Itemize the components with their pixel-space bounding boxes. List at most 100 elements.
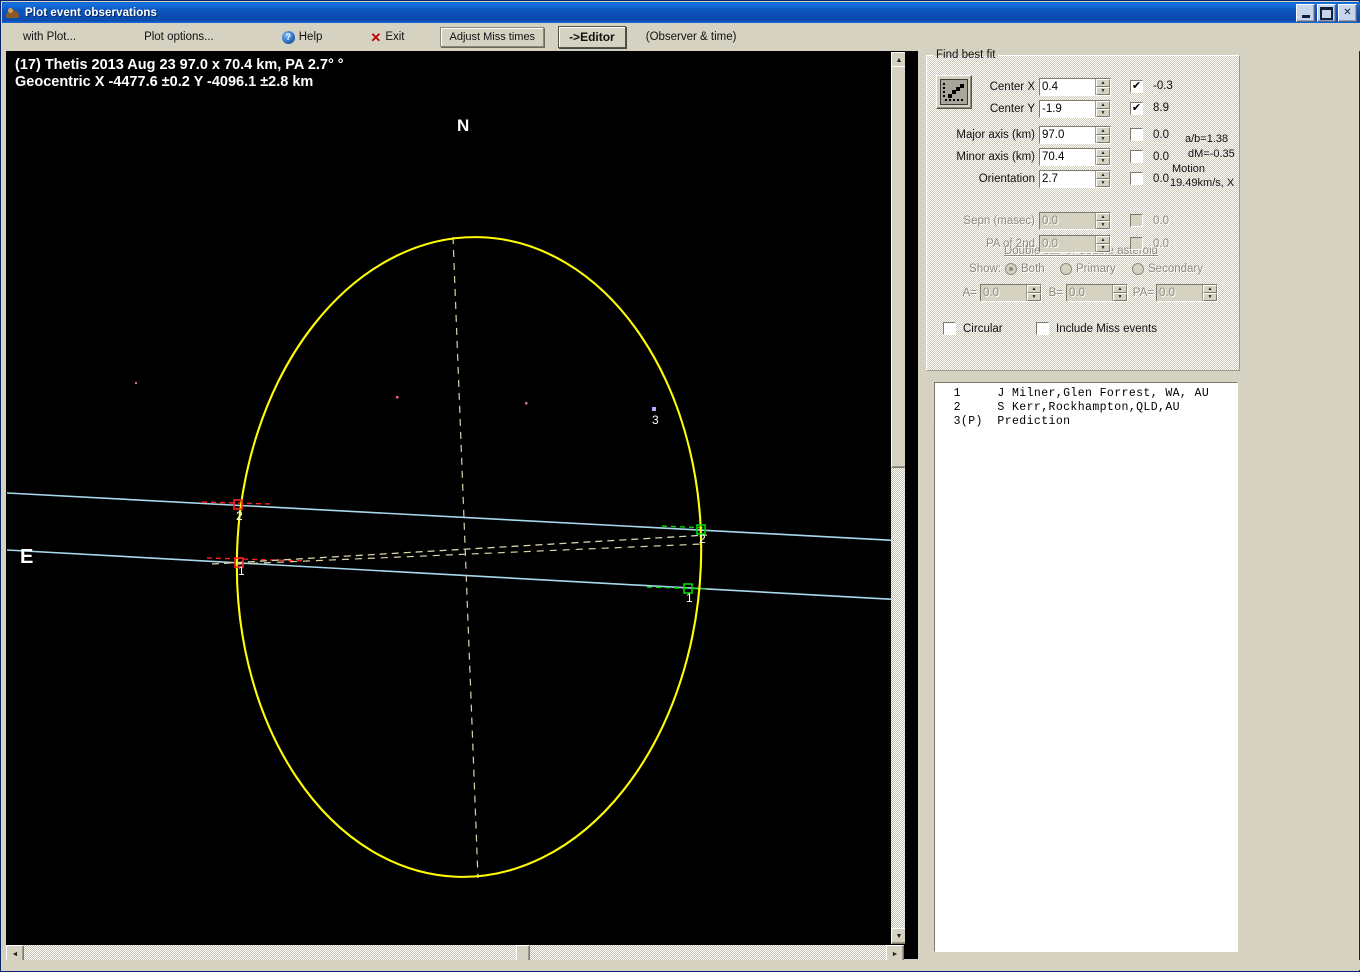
spin-up-icon: ▲ xyxy=(1203,285,1217,293)
minor-axis-checkbox[interactable] xyxy=(1130,150,1143,163)
plot-header-line-2: Geocentric X -4477.6 ±0.2 Y -4096.1 ±2.8… xyxy=(15,74,314,90)
center-y-label: Center Y xyxy=(989,103,1035,115)
plot-options-menu[interactable]: Plot options... xyxy=(138,29,220,45)
pa-of-2nd-input xyxy=(1040,236,1095,252)
window-title: Plot event observations xyxy=(25,6,158,19)
find-best-fit-legend: Find best fit xyxy=(936,49,996,61)
asteroid-icon xyxy=(5,6,21,20)
a-label: A= xyxy=(962,287,977,299)
plot-header-line-1: (17) Thetis 2013 Aug 23 97.0 x 70.4 km, … xyxy=(15,57,344,73)
spin-up-icon: ▲ xyxy=(1027,285,1041,293)
plot-horizontal-scrollbar[interactable]: ◄ ► xyxy=(6,945,904,963)
pa-of-2nd-error: 0.0 xyxy=(1153,238,1169,250)
exit-label: Exit xyxy=(385,31,405,43)
major-axis-spin-arrows[interactable]: ▲ ▼ xyxy=(1095,127,1110,143)
center-x-label: Center X xyxy=(989,81,1035,93)
spin-down-icon[interactable]: ▼ xyxy=(1096,87,1110,95)
help-icon: ? xyxy=(281,30,295,44)
pa-spin-arrows: ▲ ▼ xyxy=(1095,236,1110,252)
center-x-spin-arrows[interactable]: ▲ ▼ xyxy=(1095,79,1110,95)
close-x-icon: ✕ xyxy=(370,29,382,45)
show-both-radio xyxy=(1005,263,1017,275)
with-plot-menu[interactable]: with Plot... xyxy=(17,29,82,45)
observer-time-label: (Observer & time) xyxy=(645,31,737,43)
orientation-error: 0.0 xyxy=(1153,173,1169,185)
check-icon: ✔ xyxy=(1131,102,1142,114)
include-miss-events-label: Include Miss events xyxy=(1056,323,1157,335)
sepn-error: 0.0 xyxy=(1153,215,1169,227)
find-best-fit-group: Find best fit Center X 0.4 ▲ ▼ ✔ -0.3 Ce… xyxy=(926,49,1240,439)
circular-label: Circular xyxy=(963,323,1003,335)
exit-button[interactable]: ✕ Exit xyxy=(364,29,410,46)
show-both-label: Both xyxy=(1021,263,1045,275)
spin-down-icon[interactable]: ▼ xyxy=(1096,109,1110,117)
major-axis-checkbox[interactable] xyxy=(1130,128,1143,141)
status-bar xyxy=(2,960,1360,970)
chord-label-1-entry: 1 xyxy=(238,564,245,578)
center-y-spinner[interactable]: ▲▼ xyxy=(1039,100,1111,118)
pa-of-2nd-label: PA of 2nd xyxy=(985,238,1035,250)
spin-up-icon[interactable]: ▲ xyxy=(1096,149,1110,157)
show-primary-radio xyxy=(1060,263,1072,275)
orientation-spinner[interactable]: ▲▼ xyxy=(1039,170,1111,188)
minor-axis-input[interactable] xyxy=(1040,149,1095,165)
prediction-point-label: 3 xyxy=(652,413,659,427)
pa-spinner: ▲▼ xyxy=(1156,284,1218,302)
chord-label-2-entry: 2 xyxy=(236,509,243,523)
help-button[interactable]: ? Help xyxy=(276,29,329,46)
window-controls: ✕ xyxy=(1296,4,1357,22)
orientation-input[interactable] xyxy=(1040,171,1095,187)
dm-label: dM=-0.35 xyxy=(1188,148,1235,160)
orientation-label: Orientation xyxy=(978,173,1035,185)
plot-vscroll-thumb[interactable] xyxy=(891,66,905,468)
close-button[interactable]: ✕ xyxy=(1338,4,1357,22)
occultation-plot-canvas[interactable]: (17) Thetis 2013 Aug 23 97.0 x 70.4 km, … xyxy=(7,52,905,944)
a-input xyxy=(981,285,1026,301)
major-axis-input[interactable] xyxy=(1040,127,1095,143)
scroll-down-button[interactable]: ▼ xyxy=(891,928,905,944)
major-axis-spinner[interactable]: ▲▼ xyxy=(1039,126,1111,144)
observations-list[interactable]: 1 J Milner,Glen Forrest, WA, AU 2 S Kerr… xyxy=(934,382,1238,952)
spin-down-icon: ▼ xyxy=(1096,244,1110,252)
show-secondary-label: Secondary xyxy=(1148,263,1203,275)
sepn-input xyxy=(1040,213,1095,229)
a-spin-arrows: ▲ ▼ xyxy=(1026,285,1041,301)
spin-down-icon[interactable]: ▼ xyxy=(1096,135,1110,143)
plot-vertical-scrollbar[interactable]: ▲ ▼ xyxy=(891,52,905,944)
spin-up-icon[interactable]: ▲ xyxy=(1096,101,1110,109)
minor-axis-spinner[interactable]: ▲▼ xyxy=(1039,148,1111,166)
circular-checkbox[interactable] xyxy=(943,322,956,335)
pa-input xyxy=(1157,285,1202,301)
major-axis-error: 0.0 xyxy=(1153,129,1169,141)
center-x-checkbox[interactable]: ✔ xyxy=(1130,80,1143,93)
adjust-miss-times-button[interactable]: Adjust Miss times xyxy=(440,27,545,47)
include-miss-events-checkbox[interactable] xyxy=(1036,322,1049,335)
spin-down-icon[interactable]: ▼ xyxy=(1096,179,1110,187)
center-x-spinner[interactable]: ▲▼ xyxy=(1039,78,1111,96)
spin-down-icon: ▼ xyxy=(1027,293,1041,301)
plot-graphics xyxy=(7,236,905,879)
center-y-input[interactable] xyxy=(1040,101,1095,117)
minimize-button[interactable] xyxy=(1296,4,1315,22)
b-spinner: ▲▼ xyxy=(1066,284,1128,302)
orientation-spin-arrows[interactable]: ▲ ▼ xyxy=(1095,171,1110,187)
chord-label-2-exit: 2 xyxy=(699,532,706,546)
help-label: Help xyxy=(298,31,323,43)
major-axis-label: Major axis (km) xyxy=(956,129,1035,141)
center-y-checkbox[interactable]: ✔ xyxy=(1130,102,1143,115)
main-window: Plot event observations ✕ with Plot... P… xyxy=(0,0,1360,972)
spin-down-icon[interactable]: ▼ xyxy=(1096,157,1110,165)
spin-up-icon: ▲ xyxy=(1096,213,1110,221)
spin-up-icon[interactable]: ▲ xyxy=(1096,127,1110,135)
center-x-input[interactable] xyxy=(1040,79,1095,95)
sepn-checkbox xyxy=(1130,214,1143,227)
minor-axis-spin-arrows[interactable]: ▲ ▼ xyxy=(1095,149,1110,165)
center-x-error: -0.3 xyxy=(1153,80,1173,92)
orientation-checkbox[interactable] xyxy=(1130,172,1143,185)
spin-up-icon[interactable]: ▲ xyxy=(1096,171,1110,179)
spin-up-icon[interactable]: ▲ xyxy=(1096,79,1110,87)
center-y-spin-arrows[interactable]: ▲ ▼ xyxy=(1095,101,1110,117)
editor-button[interactable]: ->Editor xyxy=(558,26,626,48)
close-icon: ✕ xyxy=(1343,7,1352,18)
maximize-button[interactable] xyxy=(1317,4,1336,22)
